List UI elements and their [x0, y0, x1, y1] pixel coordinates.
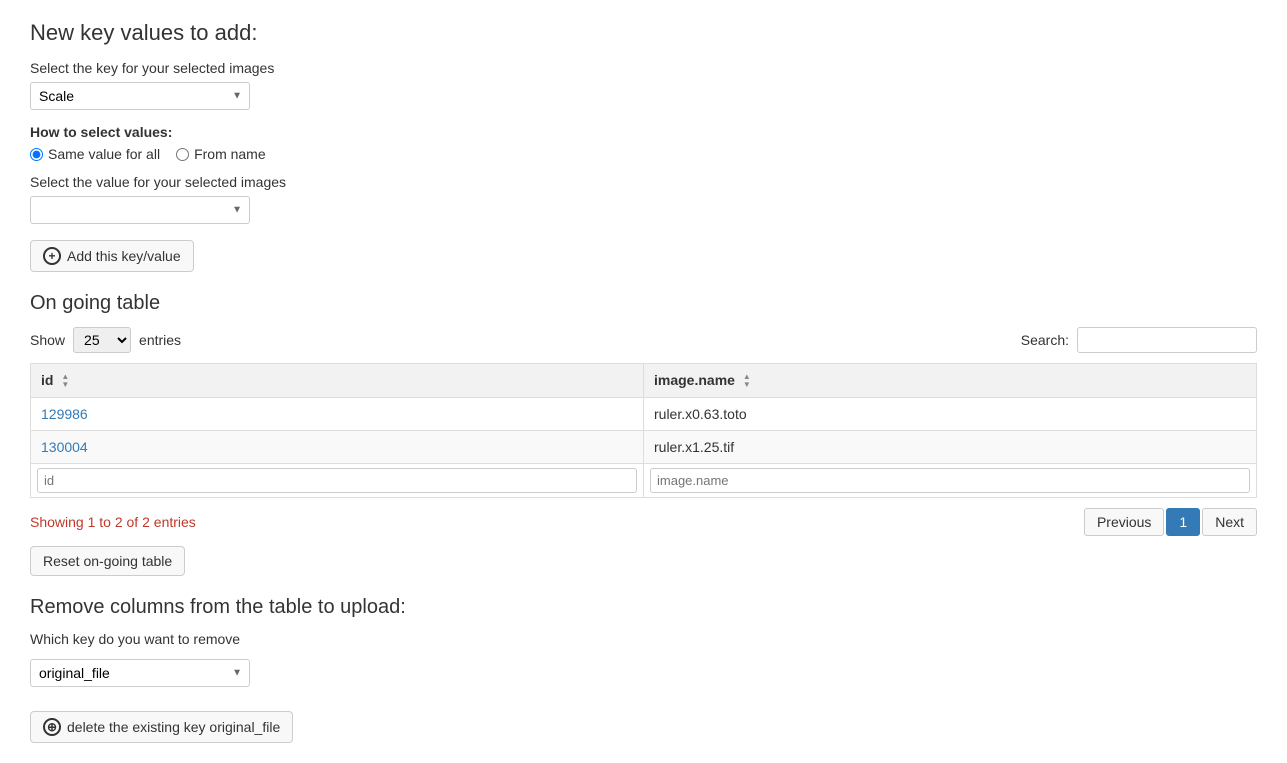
table-controls-right: Search:	[1021, 327, 1257, 353]
sort-icon-imagename: ▲▼	[743, 373, 751, 389]
table-row: 130004 ruler.x1.25.tif	[31, 431, 1257, 464]
new-key-section: New key values to add: Select the key fo…	[30, 20, 1257, 272]
pagination: Previous 1 Next	[1084, 508, 1257, 536]
add-icon: +	[43, 247, 61, 265]
table-section: On going table Show 10 25 50 100 entries…	[30, 292, 1257, 576]
value-select[interactable]	[30, 196, 250, 224]
id-link-1[interactable]: 129986	[41, 406, 88, 422]
previous-button[interactable]: Previous	[1084, 508, 1164, 536]
filter-id-input[interactable]	[37, 468, 637, 493]
key-label: Select the key for your selected images	[30, 60, 1257, 76]
how-to-select-label: How to select values:	[30, 124, 1257, 140]
reset-table-label: Reset on-going table	[43, 553, 172, 569]
search-label: Search:	[1021, 332, 1069, 348]
table-footer: Showing 1 to 2 of 2 entries Previous 1 N…	[30, 508, 1257, 536]
delete-icon: ⊕	[43, 718, 61, 736]
value-select-wrapper	[30, 196, 250, 224]
which-key-label: Which key do you want to remove	[30, 631, 1257, 647]
cell-imagename-2: ruler.x1.25.tif	[644, 431, 1257, 464]
showing-count: 2	[142, 514, 150, 530]
sort-icon-id: ▲▼	[61, 373, 69, 389]
remove-section: Remove columns from the table to upload:…	[30, 596, 1257, 743]
cell-id-2: 130004	[31, 431, 644, 464]
showing-text: Showing 1 to 2 of 2 entries	[30, 514, 196, 530]
radio-name-label[interactable]: From name	[176, 146, 266, 162]
add-key-value-label: Add this key/value	[67, 248, 181, 264]
showing-prefix: Showing	[30, 514, 88, 530]
filter-imagename-input[interactable]	[650, 468, 1250, 493]
ongoing-table: id ▲▼ image.name ▲▼ 129986 ruler.x0.63.t…	[30, 363, 1257, 498]
table-header: id ▲▼ image.name ▲▼	[31, 364, 1257, 398]
value-label: Select the value for your selected image…	[30, 174, 1257, 190]
reset-btn-wrapper: Reset on-going table	[30, 546, 1257, 576]
cell-imagename-1: ruler.x0.63.toto	[644, 398, 1257, 431]
radio-same-label[interactable]: Same value for all	[30, 146, 160, 162]
reset-table-button[interactable]: Reset on-going table	[30, 546, 185, 576]
radio-name-text: From name	[194, 146, 266, 162]
radio-same-text: Same value for all	[48, 146, 160, 162]
cell-id-1: 129986	[31, 398, 644, 431]
showing-of: of	[127, 514, 143, 530]
show-entries-select[interactable]: 10 25 50 100	[73, 327, 131, 353]
table-header-row: id ▲▼ image.name ▲▼	[31, 364, 1257, 398]
entries-label: entries	[139, 332, 181, 348]
new-key-title: New key values to add:	[30, 20, 1257, 46]
filter-cell-id	[31, 464, 644, 498]
filter-row	[31, 464, 1257, 498]
show-label: Show	[30, 332, 65, 348]
add-key-value-button[interactable]: + Add this key/value	[30, 240, 194, 272]
remove-key-select-wrapper: original_file	[30, 659, 250, 687]
page-1-button[interactable]: 1	[1166, 508, 1200, 536]
next-button[interactable]: Next	[1202, 508, 1257, 536]
delete-key-button[interactable]: ⊕ delete the existing key original_file	[30, 711, 293, 743]
col-image-name: image.name ▲▼	[644, 364, 1257, 398]
table-controls: Show 10 25 50 100 entries Search:	[30, 327, 1257, 353]
filter-cell-imagename	[644, 464, 1257, 498]
table-body: 129986 ruler.x0.63.toto 130004 ruler.x1.…	[31, 398, 1257, 498]
col-id: id ▲▼	[31, 364, 644, 398]
table-row: 129986 ruler.x0.63.toto	[31, 398, 1257, 431]
key-select[interactable]: Scale	[30, 82, 250, 110]
radio-same[interactable]	[30, 148, 43, 161]
remove-key-select[interactable]: original_file	[30, 659, 250, 687]
table-controls-left: Show 10 25 50 100 entries	[30, 327, 181, 353]
id-link-2[interactable]: 130004	[41, 439, 88, 455]
radio-group: Same value for all From name	[30, 146, 1257, 162]
showing-range: 1 to 2	[88, 514, 123, 530]
table-title: On going table	[30, 292, 1257, 315]
showing-suffix: entries	[154, 514, 196, 530]
key-select-wrapper: Scale	[30, 82, 250, 110]
delete-key-label: delete the existing key original_file	[67, 719, 280, 735]
radio-name[interactable]	[176, 148, 189, 161]
search-input[interactable]	[1077, 327, 1257, 353]
remove-title: Remove columns from the table to upload:	[30, 596, 1257, 619]
